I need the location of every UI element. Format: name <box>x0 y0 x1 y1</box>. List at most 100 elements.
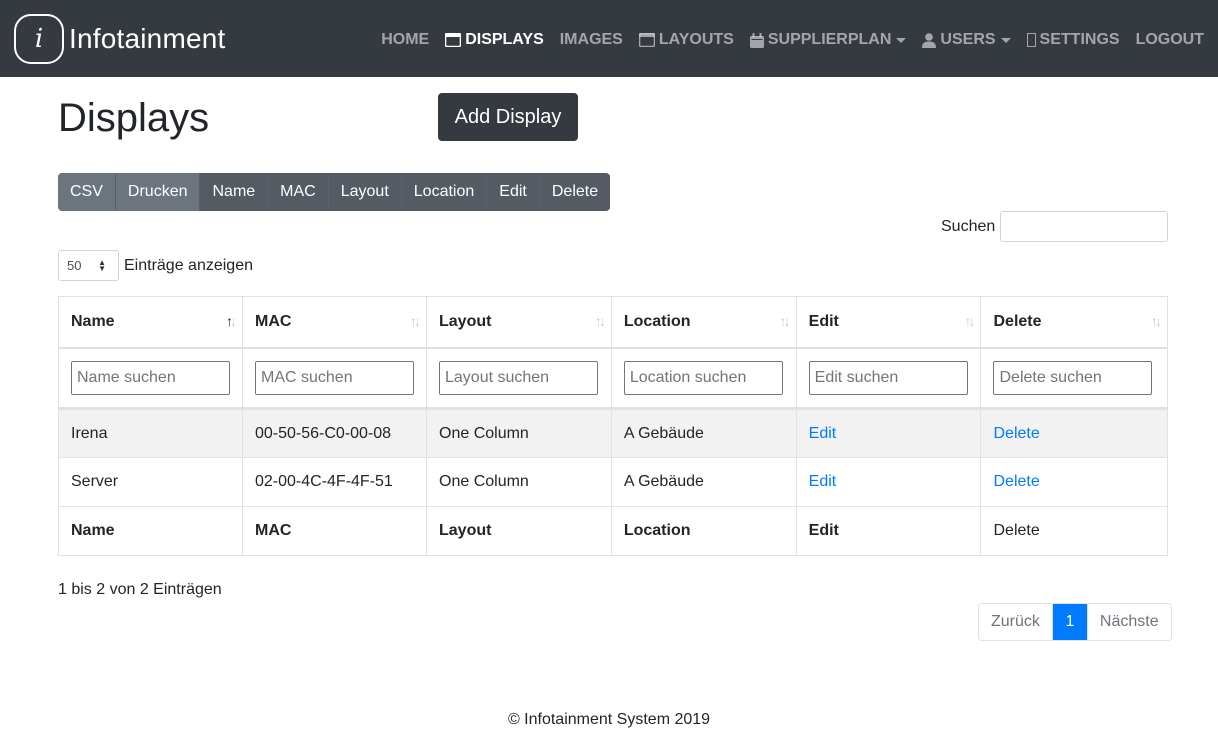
column-label: Location <box>623 312 691 330</box>
footer-name: Name <box>58 506 243 556</box>
cell-delete: Delete <box>980 408 1168 458</box>
displays-table: Name ↑↓ MAC ↑↓ Layout ↑↓ Location ↑↓ Edit ↑↓ … <box>58 296 1168 556</box>
nav-settings-label: SETTINGS <box>1039 31 1120 48</box>
filter-cell <box>795 347 982 410</box>
footer-layout: Layout <box>426 506 612 556</box>
filter-row <box>58 347 1168 410</box>
filter-name-input[interactable] <box>71 360 230 395</box>
edit-link[interactable]: Edit <box>809 473 837 490</box>
delete-link[interactable]: Delete <box>993 473 1039 490</box>
table-buttons: CSV Drucken Name MAC Layout Location Edi… <box>58 173 611 211</box>
nav-settings[interactable]: SETTINGS <box>1026 31 1120 49</box>
nav-layouts[interactable]: LAYOUTS <box>638 31 734 49</box>
column-header-name[interactable]: Name ↑↓ <box>58 296 243 349</box>
calendar-icon <box>749 32 764 48</box>
filter-location-input[interactable] <box>623 360 783 395</box>
nav-users[interactable]: USERS <box>922 31 1011 49</box>
pagination-previous[interactable]: Zurück <box>979 604 1053 640</box>
cell-edit: Edit <box>795 457 982 507</box>
filter-cell <box>980 347 1168 410</box>
nav-images[interactable]: IMAGES <box>560 31 623 49</box>
footer-edit: Edit <box>795 506 982 556</box>
table-row: Server 02-00-4C-4F-4F-51 One Column A Ge… <box>58 457 1168 507</box>
nav-supplierplan[interactable]: SUPPLIERPLAN <box>749 31 907 49</box>
settings-icon <box>1026 33 1036 47</box>
nav-images-label: IMAGES <box>559 31 623 48</box>
column-label: Name <box>71 312 115 330</box>
sort-icon: ↑↓ <box>594 313 606 329</box>
table-row: Irena 00-50-56-C0-00-08 One Column A Geb… <box>58 408 1168 458</box>
filter-cell <box>58 347 243 410</box>
nav-logout[interactable]: LOGOUT <box>1136 31 1204 49</box>
column-header-edit[interactable]: Edit ↑↓ <box>795 296 982 349</box>
pagination: Zurück 1 Nächste <box>978 603 1172 641</box>
toggle-layout-button[interactable]: Layout <box>328 173 402 211</box>
search-input[interactable] <box>1000 211 1168 242</box>
filter-mac-input[interactable] <box>255 360 414 395</box>
toggle-delete-button[interactable]: Delete <box>539 173 611 211</box>
page-length-value: 50 <box>67 258 82 273</box>
column-header-mac[interactable]: MAC ↑↓ <box>242 296 427 349</box>
page-length-select[interactable]: 50 ▲ ▼ <box>58 250 119 281</box>
column-label: Delete <box>993 312 1042 330</box>
page-length-label: Einträge anzeigen <box>124 257 253 274</box>
filter-layout-input[interactable] <box>439 360 598 395</box>
page-footer: © Infotainment System 2019 <box>507 711 711 728</box>
nav-logout-label: LOGOUT <box>1135 31 1204 48</box>
table-info: 1 bis 2 von 2 Einträgen <box>58 581 222 598</box>
column-header-location[interactable]: Location ↑↓ <box>610 296 797 349</box>
pagination-next[interactable]: Nächste <box>1087 604 1171 640</box>
nav-displays-label: DISPLAYS <box>465 31 544 48</box>
pagination-page-1[interactable]: 1 <box>1052 604 1088 640</box>
sort-icon: ↑↓ <box>226 313 237 329</box>
footer-delete: Delete <box>980 506 1168 556</box>
filter-cell <box>610 347 797 410</box>
info-logo-icon: i <box>14 14 64 64</box>
window-icon <box>445 33 462 47</box>
navbar: i Infotainment HOME DISPLAYS IMAGES LAYO… <box>0 0 1218 77</box>
sort-icon: ↑↓ <box>1151 313 1162 329</box>
csv-button[interactable]: CSV <box>58 173 116 211</box>
cell-name: Server <box>58 457 243 507</box>
print-button[interactable]: Drucken <box>115 173 201 211</box>
edit-link[interactable]: Edit <box>809 425 837 442</box>
cell-mac: 02-00-4C-4F-4F-51 <box>242 457 427 507</box>
column-label: Edit <box>808 312 839 330</box>
caret-down-icon <box>896 37 907 43</box>
add-display-button[interactable]: Add Display <box>438 93 578 141</box>
brand[interactable]: i Infotainment <box>14 14 226 64</box>
page-title: Displays <box>58 96 210 140</box>
main-nav: HOME DISPLAYS IMAGES LAYOUTS SUPPLIERPLA… <box>365 28 1204 52</box>
nav-home[interactable]: HOME <box>381 31 429 49</box>
cell-edit: Edit <box>795 408 982 458</box>
table-header-row: Name ↑↓ MAC ↑↓ Layout ↑↓ Location ↑↓ Edit ↑↓ … <box>58 296 1168 349</box>
column-header-layout[interactable]: Layout ↑↓ <box>426 296 612 349</box>
toggle-mac-button[interactable]: MAC <box>268 173 329 211</box>
toggle-name-button[interactable]: Name <box>200 173 269 211</box>
filter-cell <box>242 347 427 410</box>
table-footer-row: Name MAC Layout Location Edit Delete <box>58 506 1168 556</box>
user-icon <box>922 32 937 48</box>
footer-mac: MAC <box>242 506 427 556</box>
delete-link[interactable]: Delete <box>993 425 1039 442</box>
sort-updown-icon: ▲ ▼ <box>98 258 106 273</box>
filter-delete-input[interactable] <box>993 360 1153 395</box>
nav-supplierplan-label: SUPPLIERPLAN <box>767 31 892 48</box>
nav-users-label: USERS <box>940 31 996 48</box>
cell-delete: Delete <box>980 457 1168 507</box>
nav-layouts-label: LAYOUTS <box>658 31 734 48</box>
toggle-location-button[interactable]: Location <box>401 173 488 211</box>
nav-home-label: HOME <box>381 31 430 48</box>
cell-name: Irena <box>58 408 243 458</box>
nav-displays[interactable]: DISPLAYS <box>445 31 544 49</box>
column-header-delete[interactable]: Delete ↑↓ <box>980 296 1168 349</box>
sort-icon: ↑↓ <box>779 313 791 329</box>
column-label: MAC <box>255 312 292 330</box>
sort-icon: ↑↓ <box>964 313 975 329</box>
column-label: Layout <box>439 312 492 330</box>
filter-edit-input[interactable] <box>808 360 968 395</box>
cell-layout: One Column <box>426 408 612 458</box>
cell-location: A Gebäude <box>610 457 797 507</box>
toggle-edit-button[interactable]: Edit <box>487 173 540 211</box>
caret-down-icon <box>1000 37 1011 43</box>
